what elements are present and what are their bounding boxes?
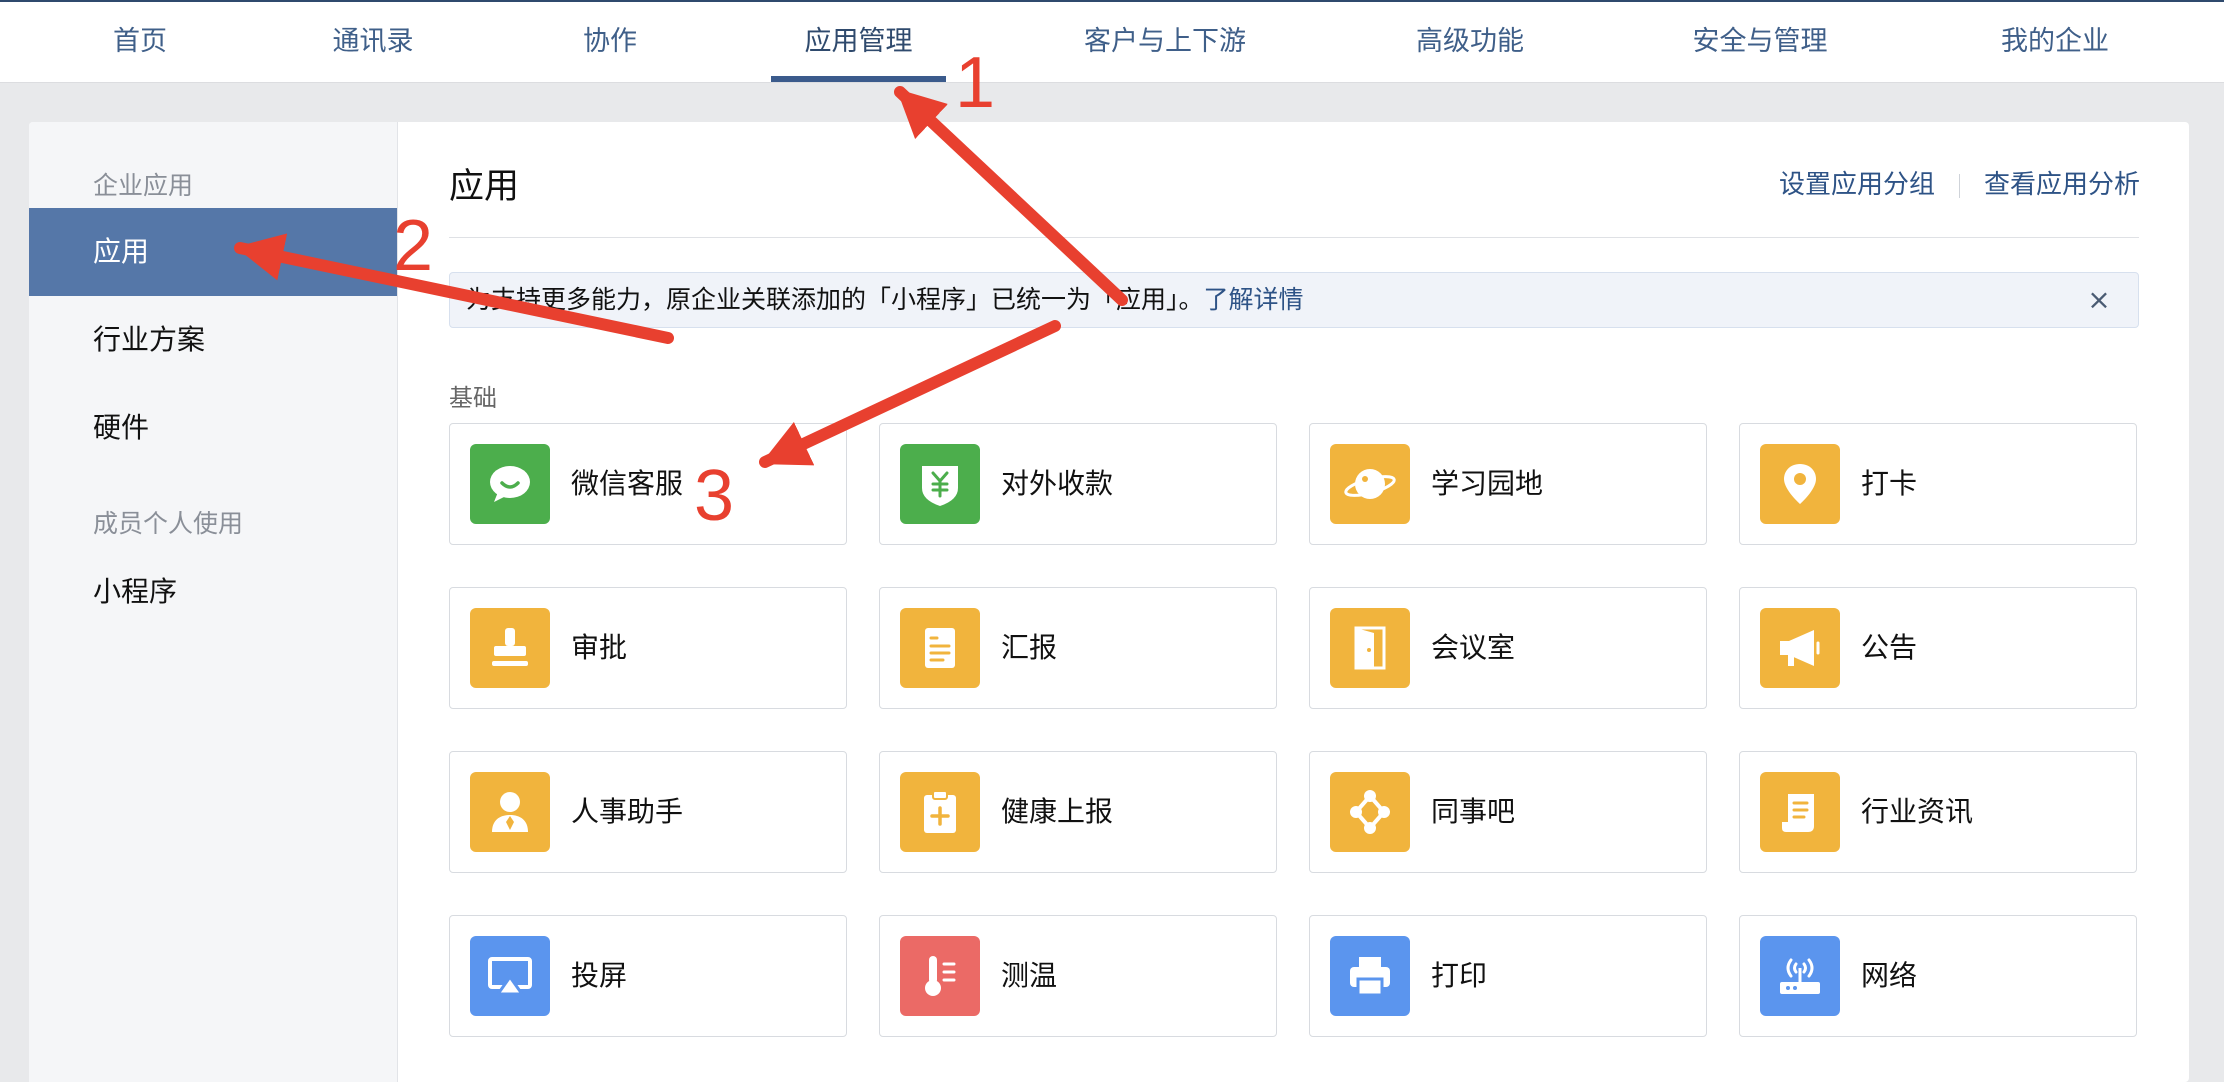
app-card-temperature[interactable]: 测温: [879, 915, 1277, 1037]
nav-active-indicator: [771, 76, 946, 82]
app-card-checkin[interactable]: 打卡: [1739, 423, 2137, 545]
top-nav: 首页 通讯录 协作 应用管理 客户与上下游 高级功能 安全与管理 我的企业: [0, 0, 2224, 82]
app-card-network[interactable]: 网络: [1739, 915, 2137, 1037]
nav-contacts[interactable]: 通讯录: [318, 2, 428, 82]
clipboard-plus-icon: [900, 772, 980, 852]
app-label: 打印: [1431, 959, 1488, 992]
annotation-number-2: 2: [393, 206, 434, 286]
app-label: 审批: [571, 631, 628, 664]
link-divider: [1958, 173, 1960, 198]
app-label: 会议室: [1431, 631, 1516, 664]
nav-app-management[interactable]: 应用管理: [771, 2, 946, 82]
app-card-screencast[interactable]: 投屏: [449, 915, 847, 1037]
page-title: 应用: [449, 167, 520, 207]
airplay-icon: [470, 936, 550, 1016]
network-icon: [1330, 772, 1410, 852]
app-label: 行业资讯: [1861, 795, 1974, 828]
nav-customers[interactable]: 客户与上下游: [1070, 2, 1260, 82]
scroll-icon: [1760, 772, 1840, 852]
app-label: 汇报: [1001, 631, 1058, 664]
megaphone-icon: [1760, 608, 1840, 688]
nav-advanced[interactable]: 高级功能: [1400, 2, 1540, 82]
app-card-health-report[interactable]: 健康上报: [879, 751, 1277, 873]
yuan-shield-icon: [900, 444, 980, 524]
app-card-report[interactable]: 汇报: [879, 587, 1277, 709]
app-label: 学习园地: [1431, 467, 1544, 500]
person-tie-icon: [470, 772, 550, 852]
app-card-hr-assistant[interactable]: 人事助手: [449, 751, 847, 873]
app-card-learning[interactable]: 学习园地: [1309, 423, 1707, 545]
sidebar-item-hardware[interactable]: 硬件: [29, 384, 397, 472]
nav-my-enterprise[interactable]: 我的企业: [1985, 2, 2125, 82]
app-label: 投屏: [571, 959, 628, 992]
annotation-number-3: 3: [694, 456, 735, 536]
section-title-basic: 基础: [449, 384, 497, 412]
close-icon[interactable]: ×: [2082, 283, 2116, 317]
sidebar-group-enterprise: 企业应用: [93, 171, 194, 200]
app-card-payment[interactable]: 对外收款: [879, 423, 1277, 545]
nav-security[interactable]: 安全与管理: [1680, 2, 1840, 82]
app-card-industry-news[interactable]: 行业资讯: [1739, 751, 2137, 873]
app-label: 测温: [1001, 959, 1058, 992]
sidebar-item-apps[interactable]: 应用: [29, 208, 397, 296]
planet-icon: [1330, 444, 1410, 524]
thermometer-icon: [900, 936, 980, 1016]
document-icon: [900, 608, 980, 688]
title-divider: [449, 237, 2139, 238]
learn-more-link[interactable]: 了解详情: [1204, 285, 1304, 314]
router-icon: [1760, 936, 1840, 1016]
app-card-print[interactable]: 打印: [1309, 915, 1707, 1037]
set-app-group-link[interactable]: 设置应用分组: [1779, 170, 1935, 200]
app-label: 公告: [1861, 631, 1918, 664]
app-label: 健康上报: [1001, 795, 1114, 828]
chat-icon: [470, 444, 550, 524]
printer-icon: [1330, 936, 1410, 1016]
nav-home[interactable]: 首页: [100, 2, 180, 82]
sidebar: 企业应用 应用 行业方案 硬件 成员个人使用 小程序: [29, 122, 398, 1082]
sidebar-item-industry[interactable]: 行业方案: [29, 296, 397, 384]
app-card-meeting-room[interactable]: 会议室: [1309, 587, 1707, 709]
app-card-announcement[interactable]: 公告: [1739, 587, 2137, 709]
sidebar-item-miniprogram[interactable]: 小程序: [29, 548, 397, 636]
door-icon: [1330, 608, 1410, 688]
app-card-wechat-service[interactable]: 微信客服: [449, 423, 847, 545]
app-label: 打卡: [1861, 467, 1918, 500]
annotation-number-1: 1: [955, 43, 996, 123]
location-pin-icon: [1760, 444, 1840, 524]
app-label: 网络: [1861, 959, 1918, 992]
sidebar-group-personal: 成员个人使用: [93, 509, 244, 538]
app-card-colleague-bar[interactable]: 同事吧: [1309, 751, 1707, 873]
view-app-analysis-link[interactable]: 查看应用分析: [1984, 170, 2140, 200]
stamp-icon: [470, 608, 550, 688]
app-label: 对外收款: [1001, 467, 1114, 500]
app-label: 同事吧: [1431, 795, 1516, 828]
notice-banner: 为支持更多能力，原企业关联添加的「小程序」已统一为「应用」。了解详情 ×: [449, 272, 2139, 328]
app-label: 人事助手: [571, 795, 684, 828]
nav-collaboration[interactable]: 协作: [570, 2, 650, 82]
app-card-approval[interactable]: 审批: [449, 587, 847, 709]
notice-message: 为支持更多能力，原企业关联添加的「小程序」已统一为「应用」。: [466, 285, 1204, 314]
content-panel: 企业应用 应用 行业方案 硬件 成员个人使用 小程序 应用 设置应用分组 查看应用…: [29, 122, 2189, 1082]
app-label: 微信客服: [571, 467, 684, 500]
header-links: 设置应用分组 查看应用分析: [1779, 164, 2140, 201]
